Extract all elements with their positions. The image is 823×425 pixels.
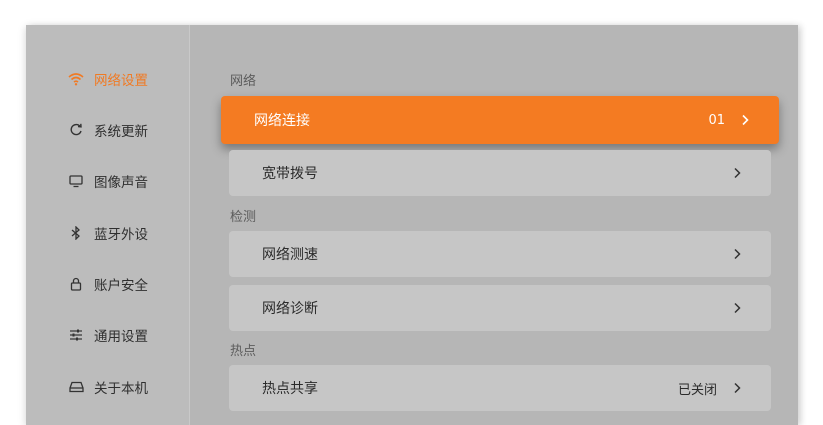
network-connection-row[interactable]: 网络连接 01 bbox=[221, 96, 779, 144]
sidebar-item-bluetooth[interactable]: 蓝牙外设 bbox=[68, 222, 148, 244]
row-value: 01 bbox=[708, 112, 725, 128]
row-label: 网络连接 bbox=[254, 113, 310, 129]
section-title-hotspot: 热点 bbox=[230, 344, 257, 359]
row-label: 网络诊断 bbox=[262, 301, 318, 317]
speed-test-row[interactable]: 网络测速 bbox=[229, 231, 771, 277]
sidebar: 网络设置 系统更新 图像声音 蓝牙外设 账户安全 通用设置 关于本机 bbox=[26, 25, 190, 425]
settings-window: 网络设置 系统更新 图像声音 蓝牙外设 账户安全 通用设置 关于本机 网络 网络… bbox=[26, 25, 798, 425]
sidebar-item-label: 账户安全 bbox=[94, 278, 148, 294]
sidebar-item-about[interactable]: 关于本机 bbox=[68, 376, 148, 398]
refresh-icon bbox=[68, 122, 84, 138]
sidebar-item-label: 关于本机 bbox=[94, 381, 148, 397]
sliders-icon bbox=[68, 327, 84, 343]
chevron-right-icon bbox=[741, 113, 751, 127]
sidebar-item-general[interactable]: 通用设置 bbox=[68, 324, 148, 346]
row-label: 宽带拨号 bbox=[262, 166, 318, 182]
sidebar-item-label: 通用设置 bbox=[94, 329, 148, 345]
sidebar-item-update[interactable]: 系统更新 bbox=[68, 119, 148, 141]
section-title-network: 网络 bbox=[230, 74, 257, 89]
sidebar-item-label: 蓝牙外设 bbox=[94, 227, 148, 243]
sidebar-item-label: 图像声音 bbox=[94, 175, 148, 191]
section-title-detection: 检测 bbox=[230, 210, 257, 225]
sidebar-item-label: 系统更新 bbox=[94, 124, 148, 140]
chevron-right-icon bbox=[733, 247, 743, 261]
device-icon bbox=[68, 379, 84, 395]
sidebar-item-account[interactable]: 账户安全 bbox=[68, 273, 148, 295]
chevron-right-icon bbox=[733, 301, 743, 315]
lock-icon bbox=[68, 276, 84, 292]
broadband-dialup-row[interactable]: 宽带拨号 bbox=[229, 150, 771, 196]
row-value: 已关闭 bbox=[677, 382, 717, 398]
chevron-right-icon bbox=[733, 166, 743, 180]
row-label: 网络测速 bbox=[262, 247, 318, 263]
sidebar-item-network[interactable]: 网络设置 bbox=[68, 68, 148, 90]
row-label: 热点共享 bbox=[262, 381, 318, 397]
sidebar-item-label: 网络设置 bbox=[94, 73, 148, 89]
bluetooth-icon bbox=[68, 225, 84, 241]
chevron-right-icon bbox=[733, 381, 743, 395]
network-diagnosis-row[interactable]: 网络诊断 bbox=[229, 285, 771, 331]
wifi-icon bbox=[68, 71, 84, 87]
hotspot-sharing-row[interactable]: 热点共享 已关闭 bbox=[229, 365, 771, 411]
sidebar-item-display[interactable]: 图像声音 bbox=[68, 170, 148, 192]
monitor-icon bbox=[68, 173, 84, 189]
